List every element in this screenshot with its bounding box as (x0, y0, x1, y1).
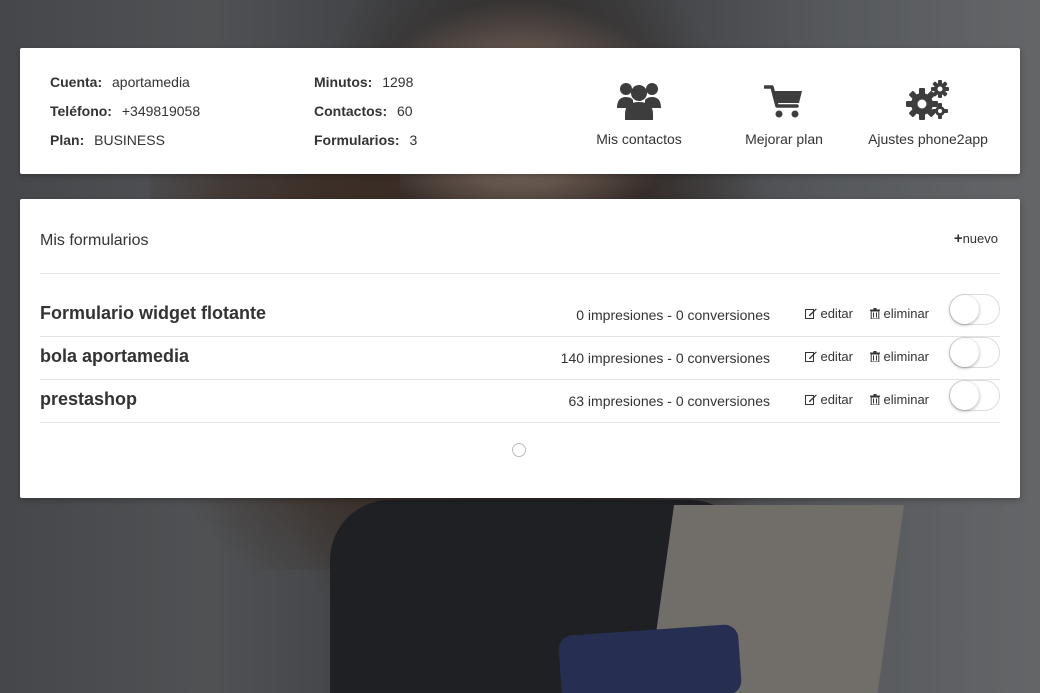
header-divider (40, 273, 1000, 274)
upgrade-plan-label: Mejorar plan (745, 131, 823, 147)
phone2app-settings-label: Ajustes phone2app (868, 131, 988, 147)
edit-form-button[interactable]: editar (805, 349, 853, 364)
plan-value: BUSINESS (94, 132, 165, 148)
delete-label: eliminar (883, 306, 929, 321)
account-label: Cuenta: (50, 74, 103, 90)
phone-label: Teléfono: (50, 103, 112, 119)
edit-form-button[interactable]: editar (805, 306, 853, 321)
toggle-knob (950, 338, 979, 367)
edit-icon (805, 394, 818, 405)
contacts-row: Contactos: 60 (314, 102, 417, 131)
account-info-card: Cuenta: aportamedia Teléfono: +349819058… (20, 48, 1020, 174)
form-stats: 63 impresiones - 0 conversiones (568, 393, 770, 409)
delete-form-button[interactable]: eliminar (870, 306, 929, 321)
forms-count-value: 3 (409, 132, 418, 148)
cart-icon (714, 74, 854, 120)
users-icon (569, 74, 709, 120)
plan-row: Plan: BUSINESS (50, 131, 200, 160)
edit-label: editar (820, 349, 853, 364)
account-value: aportamedia (112, 74, 190, 90)
form-enable-toggle[interactable] (949, 294, 1000, 325)
form-row: prestashop 63 impresiones - 0 conversion… (40, 380, 1000, 423)
delete-form-button[interactable]: eliminar (870, 349, 929, 364)
form-row: Formulario widget flotante 0 impresiones… (40, 294, 1000, 337)
delete-form-button[interactable]: eliminar (870, 392, 929, 407)
edit-icon (805, 308, 818, 319)
new-form-button[interactable]: +nuevo (954, 230, 998, 247)
account-name-row: Cuenta: aportamedia (50, 73, 200, 102)
edit-label: editar (820, 392, 853, 407)
form-name: bola aportamedia (40, 346, 190, 366)
account-details-left: Cuenta: aportamedia Teléfono: +349819058… (50, 73, 200, 160)
form-enable-toggle[interactable] (949, 337, 1000, 368)
trash-icon (870, 394, 881, 405)
plus-icon: + (953, 230, 963, 247)
minutes-value: 1298 (382, 74, 414, 90)
edit-icon (805, 351, 818, 362)
edit-label: editar (820, 306, 853, 321)
contacts-value: 60 (397, 103, 413, 119)
minutes-label: Minutos: (314, 74, 373, 90)
toggle-knob (950, 295, 979, 324)
account-details-right: Minutos: 1298 Contactos: 60 Formularios:… (314, 73, 417, 160)
forms-title: Mis formularios (40, 232, 149, 249)
minutes-row: Minutos: 1298 (314, 73, 417, 102)
trash-icon (870, 351, 881, 362)
gears-icon (858, 74, 998, 120)
form-enable-toggle[interactable] (949, 380, 1000, 411)
form-name: Formulario widget flotante (40, 303, 267, 323)
delete-label: eliminar (883, 392, 929, 407)
form-stats: 0 impresiones - 0 conversiones (576, 307, 770, 323)
delete-label: eliminar (883, 349, 929, 364)
toggle-knob (950, 381, 979, 410)
new-form-label: nuevo (962, 231, 998, 246)
upgrade-plan-button[interactable]: Mejorar plan (714, 74, 854, 147)
phone-row: Teléfono: +349819058 (50, 102, 200, 131)
forms-count-label: Formularios: (314, 132, 400, 148)
form-stats: 140 impresiones - 0 conversiones (560, 350, 770, 366)
edit-form-button[interactable]: editar (805, 392, 853, 407)
forms-count-row: Formularios: 3 (314, 131, 417, 160)
trash-icon (870, 308, 881, 319)
form-name: prestashop (40, 389, 138, 409)
form-row: bola aportamedia 140 impresiones - 0 con… (40, 337, 1000, 380)
forms-card: Mis formularios +nuevo Formulario widget… (20, 199, 1020, 498)
phone2app-settings-button[interactable]: Ajustes phone2app (858, 74, 998, 147)
loading-spinner (512, 443, 526, 457)
contacts-label: Contactos: (314, 103, 388, 119)
my-contacts-button[interactable]: Mis contactos (569, 74, 709, 147)
phone-value: +349819058 (121, 103, 201, 119)
my-contacts-label: Mis contactos (596, 131, 682, 147)
plan-label: Plan: (50, 132, 85, 148)
